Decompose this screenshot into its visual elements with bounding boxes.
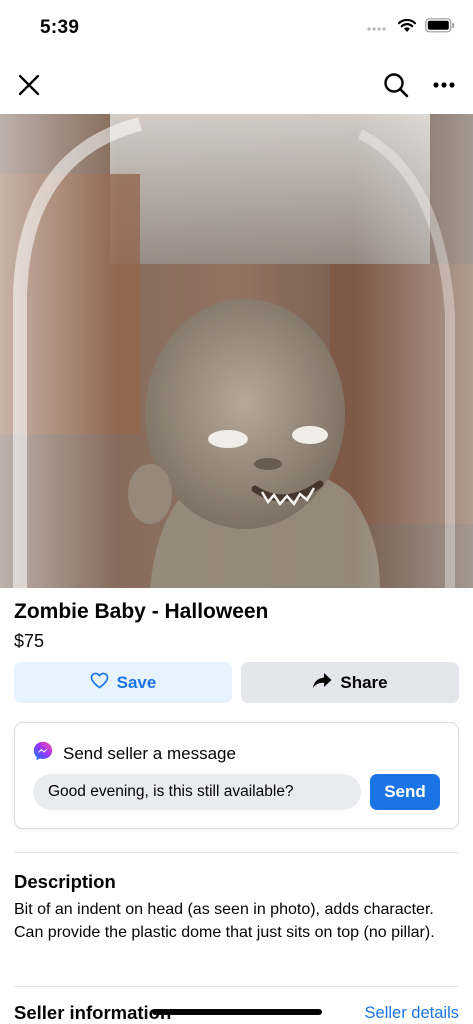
send-button[interactable]: Send	[370, 774, 440, 810]
description-heading: Description	[14, 871, 116, 892]
wifi-icon	[397, 18, 417, 38]
message-header: Send seller a message	[33, 741, 236, 766]
message-input[interactable]: Good evening, is this still available?	[33, 774, 361, 810]
description-body: Bit of an indent on head (as seen in pho…	[14, 901, 435, 941]
heart-icon	[90, 672, 109, 694]
status-time: 5:39	[40, 17, 80, 38]
listing-title: Zombie Baby - Halloween	[14, 600, 269, 623]
close-icon[interactable]	[12, 68, 46, 102]
listing-price: $75	[14, 631, 45, 651]
search-icon[interactable]	[379, 68, 413, 102]
listing-photo[interactable]	[0, 114, 473, 588]
save-label: Save	[116, 672, 157, 692]
share-label: Share	[340, 672, 388, 692]
status-bar: 5:39	[0, 0, 473, 56]
seller-info-heading: Seller information	[14, 1002, 172, 1023]
share-button[interactable]: Share	[241, 662, 459, 703]
status-icons	[367, 18, 455, 38]
top-nav	[0, 60, 473, 112]
more-icon[interactable]	[427, 68, 461, 102]
home-indicator	[152, 1009, 322, 1015]
seller-details-link[interactable]: Seller details	[365, 1004, 459, 1023]
battery-icon	[425, 18, 455, 38]
divider	[14, 852, 459, 853]
message-header-label: Send seller a message	[63, 743, 236, 763]
messenger-icon	[33, 741, 53, 766]
divider	[14, 986, 459, 987]
message-seller-card: Send seller a message Good evening, is t…	[14, 722, 459, 829]
save-button[interactable]: Save	[14, 662, 232, 703]
cellular-signal-icon	[367, 19, 389, 37]
share-arrow-icon	[312, 672, 332, 694]
